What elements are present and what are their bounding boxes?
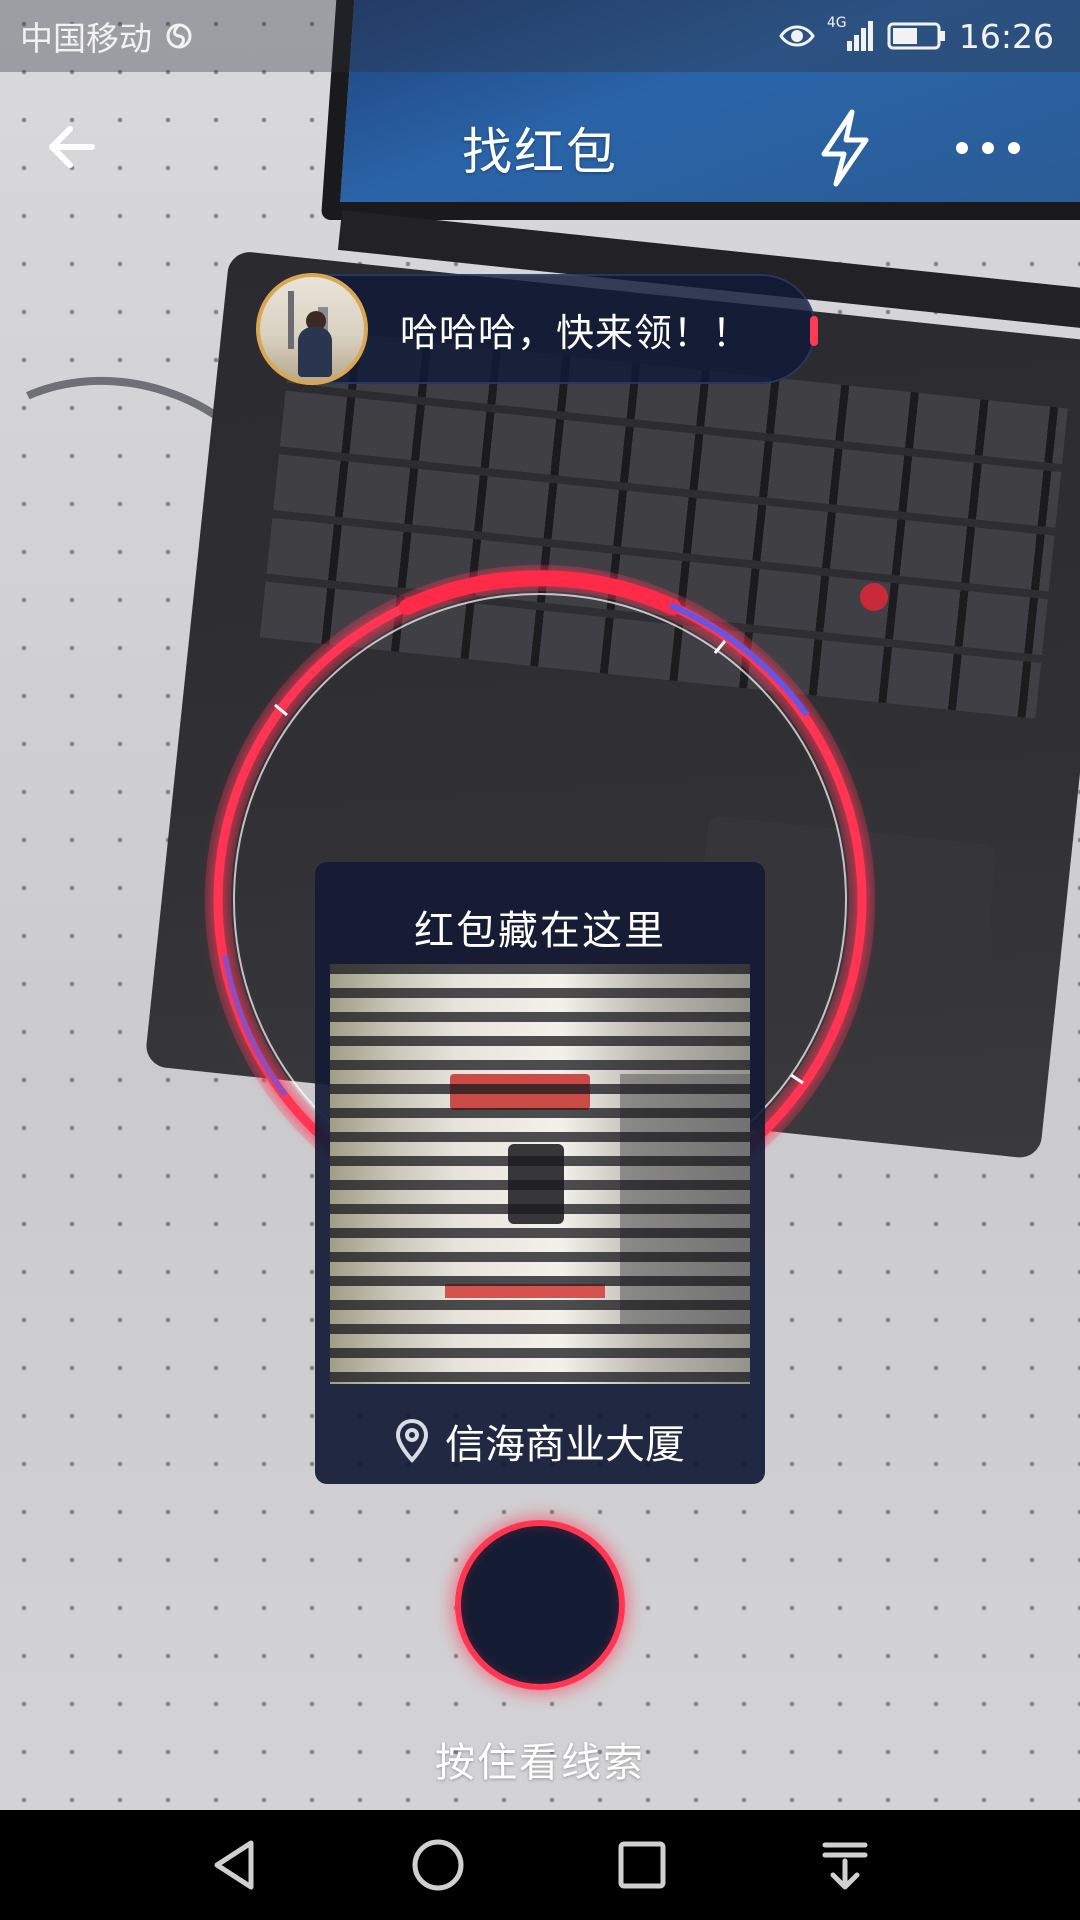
hint-location: 信海商业大厦 <box>315 1412 765 1470</box>
more-icon <box>956 142 1020 154</box>
nav-recents-button[interactable] <box>612 1835 672 1895</box>
location-name: 信海商业大厦 <box>445 1422 685 1468</box>
flash-button[interactable] <box>810 108 880 188</box>
nav-notifications-button[interactable] <box>815 1835 875 1895</box>
eye-icon <box>779 22 815 50</box>
clock: 16:26 <box>958 16 1054 56</box>
battery-icon <box>887 21 947 51</box>
nav-back-button[interactable] <box>205 1835 265 1895</box>
message-text: 哈哈哈，快来领！！ <box>400 310 752 355</box>
hold-for-clue-label: 按住看线索 <box>435 1740 645 1786</box>
header: 找红包 <box>0 92 1080 202</box>
back-triangle-icon <box>214 1840 254 1890</box>
hotspot-icon <box>164 21 194 51</box>
flash-icon <box>821 109 869 187</box>
location-pin-icon <box>395 1419 429 1463</box>
status-bar: 中国移动 4G 16:26 <box>0 0 1080 72</box>
hint-card-title: 红包藏在这里 <box>414 908 666 954</box>
page-title: 找红包 <box>462 123 618 181</box>
hint-photo <box>330 964 750 1384</box>
navigation-bar <box>0 1810 1080 1920</box>
network-type-label: 4G <box>826 15 847 31</box>
recents-square-icon <box>618 1841 666 1889</box>
nav-home-button[interactable] <box>408 1835 468 1895</box>
more-button[interactable] <box>948 128 1028 168</box>
carrier-name: 中国移动 <box>20 19 152 58</box>
signal-icon: 4G <box>827 15 875 53</box>
sender-message-bubble: 哈哈哈，快来领！！ <box>256 273 818 385</box>
home-circle-icon <box>412 1839 464 1891</box>
bubble-accent <box>810 316 818 346</box>
avatar[interactable] <box>256 273 368 385</box>
hint-card: 红包藏在这里 信海商业大厦 <box>315 862 765 1484</box>
notification-pull-icon <box>822 1842 868 1890</box>
hold-for-clue-button[interactable] <box>455 1520 625 1690</box>
